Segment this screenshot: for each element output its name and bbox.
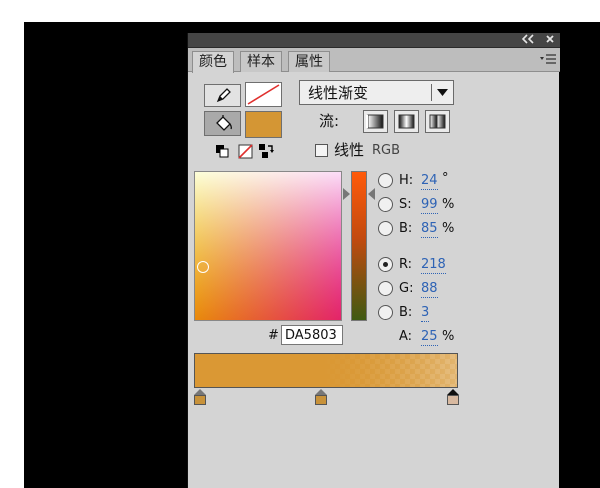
hue-slider[interactable] — [351, 171, 367, 321]
linear-rgb-checkbox[interactable] — [315, 144, 328, 157]
s-label: S: — [399, 197, 412, 212]
flow-extend-button[interactable] — [363, 110, 388, 133]
h-value[interactable]: 24 — [421, 173, 438, 190]
h-unit: ° — [442, 171, 449, 186]
g-label: G: — [399, 281, 414, 296]
no-color-icon[interactable] — [238, 144, 253, 163]
h-label: H: — [399, 173, 414, 188]
hex-hash-label: # — [268, 328, 279, 343]
r-label: R: — [399, 257, 413, 272]
fill-type-value: 线性渐变 — [308, 84, 369, 102]
radio-brightness[interactable] — [378, 221, 393, 236]
radio-h[interactable] — [378, 173, 393, 188]
blue-value[interactable]: 3 — [421, 305, 430, 322]
chevron-down-icon — [437, 83, 448, 103]
tab-color[interactable]: 颜色 — [192, 51, 234, 73]
flow-repeat-button[interactable] — [425, 110, 450, 133]
color-spectrum-picker[interactable] — [194, 171, 342, 321]
fill-tool-button[interactable] — [204, 111, 241, 136]
stroke-tool-button[interactable] — [204, 84, 241, 107]
stop-color-chip — [315, 395, 327, 405]
brightness-unit: % — [442, 221, 455, 236]
fill-type-dropdown[interactable]: 线性渐变 — [299, 80, 454, 105]
linear-rgb-suffix: RGB — [372, 143, 401, 158]
gradient-stop[interactable] — [315, 389, 327, 405]
black-white-icon[interactable] — [215, 144, 229, 162]
hue-slider-arrow-right[interactable] — [368, 188, 375, 200]
close-icon[interactable] — [543, 34, 557, 47]
s-value[interactable]: 99 — [421, 197, 438, 214]
s-unit: % — [442, 197, 455, 212]
radio-s[interactable] — [378, 197, 393, 212]
double-chevron-left-icon[interactable] — [519, 34, 537, 47]
brightness-label: B: — [399, 221, 413, 236]
flow-label: 流: — [319, 112, 340, 130]
dropdown-separator — [431, 84, 432, 101]
pencil-icon — [215, 87, 232, 108]
tab-properties[interactable]: 属性 — [288, 51, 330, 72]
brightness-value[interactable]: 85 — [421, 221, 438, 238]
tab-swatches[interactable]: 样本 — [240, 51, 282, 72]
blue-label: B: — [399, 305, 413, 320]
gradient-fill — [195, 354, 457, 387]
picker-shade — [195, 172, 341, 320]
paint-bucket-icon — [214, 115, 233, 137]
g-value[interactable]: 88 — [421, 281, 438, 298]
panel-titlebar — [188, 33, 560, 48]
panel-tabstrip: 颜色 样本 属性 — [188, 48, 560, 73]
radio-g[interactable] — [378, 281, 393, 296]
gradient-stop[interactable] — [194, 389, 206, 405]
gradient-definition-bar[interactable] — [194, 353, 458, 388]
picker-cursor[interactable] — [197, 261, 209, 273]
linear-rgb-label: 线性 — [334, 141, 365, 159]
radio-blue[interactable] — [378, 305, 393, 320]
hex-color-input[interactable] — [281, 325, 343, 345]
radio-r[interactable] — [378, 257, 393, 272]
r-value[interactable]: 218 — [421, 257, 446, 274]
swap-colors-icon[interactable] — [258, 143, 274, 163]
alpha-unit: % — [442, 329, 455, 344]
flow-reflect-button[interactable] — [394, 110, 419, 133]
alpha-label: A: — [399, 329, 413, 344]
panel-menu-icon[interactable] — [540, 54, 556, 64]
color-panel: 颜色 样本 属性 线性渐变 流: 线性 RGB H: 24 ° S: 99 % … — [187, 33, 560, 488]
stop-color-chip — [194, 395, 206, 405]
alpha-value[interactable]: 25 — [421, 329, 438, 346]
gradient-stop-selected[interactable] — [447, 389, 459, 405]
stroke-color-swatch[interactable] — [245, 82, 282, 107]
hue-slider-arrow-left[interactable] — [343, 188, 350, 200]
stop-color-chip — [447, 395, 459, 405]
fill-color-swatch[interactable] — [245, 111, 282, 138]
